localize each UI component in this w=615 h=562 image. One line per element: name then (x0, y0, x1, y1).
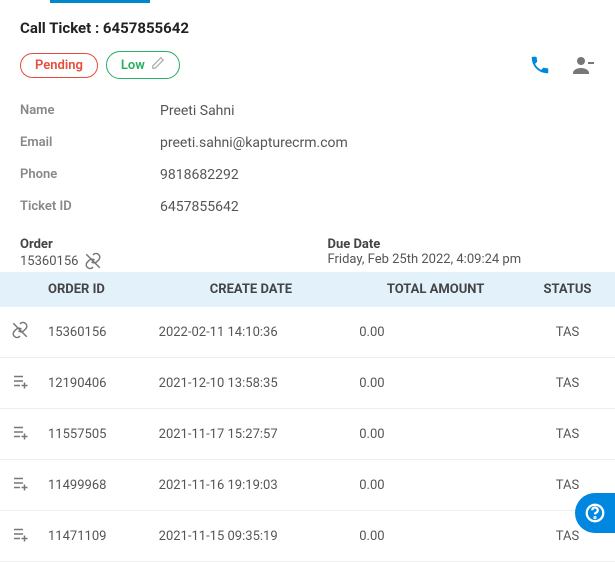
unlink-icon[interactable] (11, 321, 29, 339)
orders-header-row: ORDER ID CREATE DATE TOTAL AMOUNT STATUS (0, 272, 615, 307)
name-value[interactable]: Preeti Sahni (160, 95, 595, 127)
table-row[interactable]: 121904062021-12-10 13:58:350.00TAS (0, 358, 615, 409)
cell-order-id: 12190406 (40, 358, 151, 409)
badges: Pending Low (20, 51, 180, 79)
cell-order-id: 11471109 (40, 511, 151, 562)
pencil-icon (151, 56, 165, 74)
cell-total-amount: 0.00 (351, 358, 520, 409)
info-row-email: Email preeti.sahni@kapturecrm.com (20, 127, 595, 159)
name-label: Name (20, 95, 160, 127)
cell-create-date: 2022-02-11 14:10:36 (151, 307, 352, 358)
table-row[interactable]: 114711092021-11-15 09:35:190.00TAS (0, 511, 615, 562)
orders-table: ORDER ID CREATE DATE TOTAL AMOUNT STATUS… (0, 272, 615, 562)
header-order-id: ORDER ID (40, 272, 151, 307)
add-list-icon[interactable] (11, 372, 29, 390)
add-list-icon[interactable] (11, 474, 29, 492)
phone-value: 9818682292 (160, 159, 595, 191)
cell-order-id: 11557505 (40, 409, 151, 460)
ticket-title: Call Ticket : 6457855642 (20, 19, 595, 37)
order-block: Order 15360156 (20, 237, 288, 270)
header-status: STATUS (520, 272, 615, 307)
table-row[interactable]: 115575052021-11-17 15:27:570.00TAS (0, 409, 615, 460)
cell-status: TAS (520, 307, 615, 358)
cell-status: TAS (520, 358, 615, 409)
cell-total-amount: 0.00 (351, 307, 520, 358)
cell-total-amount: 0.00 (351, 460, 520, 511)
header-create-date: CREATE DATE (151, 272, 352, 307)
header-total-amount: TOTAL AMOUNT (351, 272, 520, 307)
due-date-block: Due Date Friday, Feb 25th 2022, 4:09:24 … (328, 237, 596, 270)
order-value: 15360156 (20, 254, 78, 269)
header-row: Pending Low (20, 51, 595, 79)
email-label: Email (20, 127, 160, 159)
status-badge-label: Pending (35, 58, 83, 73)
ticket-id-label: Ticket ID (20, 191, 160, 223)
customer-info-table: Name Preeti Sahni Email preeti.sahni@kap… (20, 95, 595, 223)
cell-create-date: 2021-11-16 19:19:03 (151, 460, 352, 511)
ticket-id-value[interactable]: 6457855642 (160, 191, 595, 223)
priority-badge[interactable]: Low (106, 51, 180, 79)
cell-create-date: 2021-12-10 13:58:35 (151, 358, 352, 409)
cell-order-id: 15360156 (40, 307, 151, 358)
cell-create-date: 2021-11-17 15:27:57 (151, 409, 352, 460)
subinfo-row: Order 15360156 Due Date Friday, Feb 25th… (0, 223, 615, 270)
info-row-name: Name Preeti Sahni (20, 95, 595, 127)
table-row[interactable]: 114999682021-11-16 19:19:030.00TAS (0, 460, 615, 511)
cell-total-amount: 0.00 (351, 511, 520, 562)
info-row-phone: Phone 9818682292 (20, 159, 595, 191)
order-value-row: 15360156 (20, 252, 288, 270)
ticket-number: 6457855642 (103, 19, 189, 37)
status-badge[interactable]: Pending (20, 53, 98, 78)
header-actions (529, 53, 595, 77)
phone-label: Phone (20, 159, 160, 191)
add-list-icon[interactable] (11, 423, 29, 441)
header-icon-col (0, 272, 40, 307)
cell-order-id: 11499968 (40, 460, 151, 511)
remove-user-icon[interactable] (571, 53, 595, 77)
table-row[interactable]: 153601562022-02-11 14:10:360.00TAS (0, 307, 615, 358)
add-list-icon[interactable] (11, 525, 29, 543)
priority-badge-label: Low (121, 58, 145, 73)
ticket-title-prefix: Call Ticket : (20, 19, 103, 37)
unlink-icon[interactable] (84, 252, 102, 270)
cell-create-date: 2021-11-15 09:35:19 (151, 511, 352, 562)
cell-status: TAS (520, 409, 615, 460)
cell-total-amount: 0.00 (351, 409, 520, 460)
email-value: preeti.sahni@kapturecrm.com (160, 127, 595, 159)
due-date-label: Due Date (328, 237, 596, 252)
help-button[interactable] (575, 493, 615, 533)
info-row-ticket-id: Ticket ID 6457855642 (20, 191, 595, 223)
phone-icon[interactable] (529, 54, 551, 76)
order-label: Order (20, 237, 288, 252)
due-date-value: Friday, Feb 25th 2022, 4:09:24 pm (328, 252, 596, 267)
